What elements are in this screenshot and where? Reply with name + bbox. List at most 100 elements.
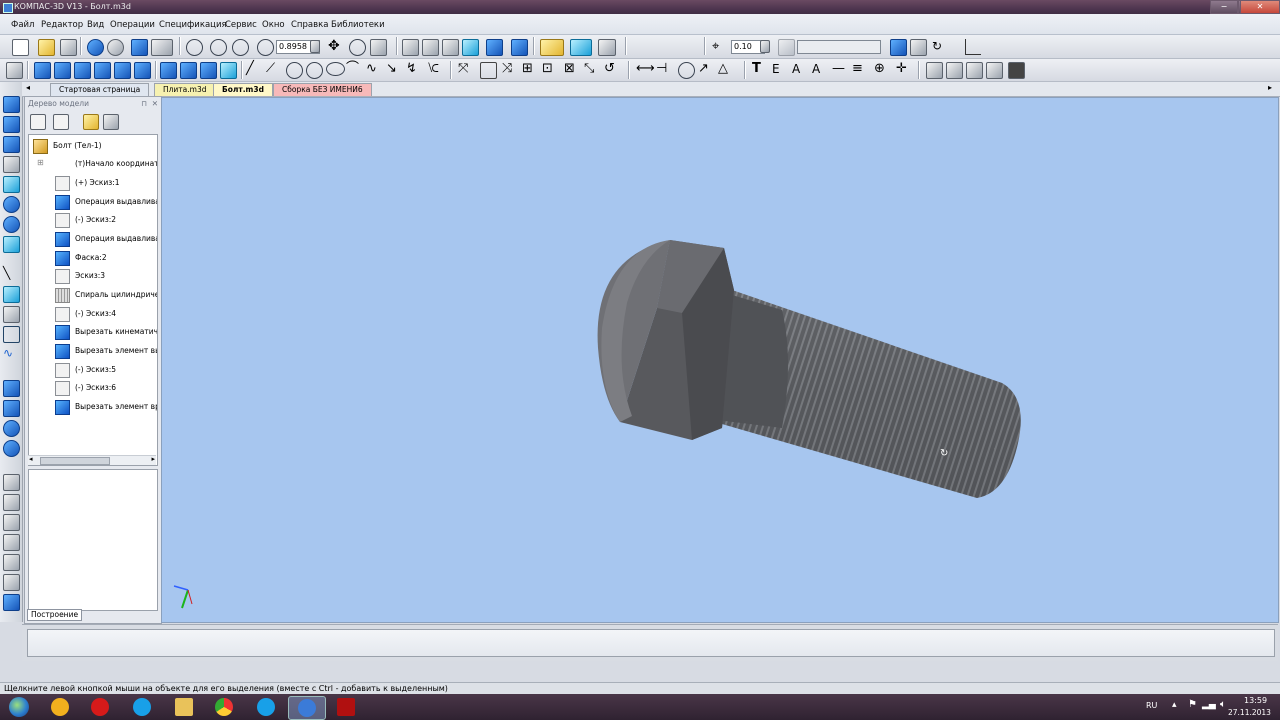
menu-editor[interactable]: Редактор [41, 20, 83, 30]
language-indicator[interactable]: RU [1146, 701, 1157, 710]
arc-icon[interactable]: ⌒ [346, 62, 361, 77]
local-cs-icon[interactable] [965, 39, 981, 55]
check-collision-icon[interactable] [3, 440, 20, 457]
trim-icon[interactable]: ⤧ [458, 62, 473, 77]
flange-icon[interactable] [3, 514, 20, 531]
move-icon[interactable]: ⤡ [584, 62, 599, 77]
louver-icon[interactable] [3, 574, 20, 591]
rectangle-icon[interactable] [480, 62, 497, 79]
stamp-icon[interactable] [3, 554, 20, 571]
tree-item[interactable]: (-) Эскиз:6 [29, 379, 157, 397]
assembly-icon[interactable] [3, 594, 20, 611]
circle-tangent-icon[interactable] [306, 62, 323, 79]
taskbar-app[interactable] [124, 696, 160, 718]
taskbar-app[interactable] [328, 696, 364, 718]
close-button[interactable]: ✕ [1240, 0, 1280, 14]
zoom-in-icon[interactable] [210, 39, 227, 56]
break-icon[interactable]: ⤨ [502, 62, 517, 77]
hatch-icon[interactable]: ≡ [852, 62, 867, 77]
aux-geometry-icon[interactable] [3, 176, 20, 193]
mirror-icon[interactable]: ⊞ [522, 62, 537, 77]
tree-structure-icon[interactable] [30, 114, 46, 130]
shaded-icon[interactable] [462, 39, 479, 56]
tree-item[interactable]: Вырезать элемент вы [29, 342, 157, 360]
undo-icon[interactable] [87, 39, 104, 56]
axis-line-icon[interactable]: — [832, 62, 847, 77]
tree-item[interactable]: Операция выдавлива [29, 193, 157, 211]
text-edit-icon[interactable]: E [772, 62, 787, 77]
extrude-op-icon[interactable] [34, 62, 51, 79]
report-icon[interactable] [946, 62, 963, 79]
menu-operations[interactable]: Операции [110, 20, 155, 30]
rib-icon[interactable] [220, 62, 237, 79]
chamfer-op-icon[interactable] [180, 62, 197, 79]
measure-tool-icon[interactable] [3, 380, 20, 397]
tab-start-page[interactable]: Стартовая страница [50, 83, 150, 96]
tab-plita[interactable]: Плита.m3d [154, 83, 216, 96]
volume-icon[interactable]: 🔈︎ [1220, 699, 1226, 710]
menu-window[interactable]: Окно [262, 20, 285, 30]
shell-icon[interactable] [200, 62, 217, 79]
revolve-op-icon[interactable] [54, 62, 71, 79]
taskbar-app[interactable] [42, 696, 78, 718]
taskbar-app[interactable] [206, 696, 242, 718]
compact-panel-icon[interactable] [6, 62, 23, 79]
edit-part-icon[interactable] [3, 96, 20, 113]
library-icon[interactable] [966, 62, 983, 79]
array-points-icon[interactable] [3, 196, 20, 213]
diameter-dim-icon[interactable] [678, 62, 695, 79]
tree-close-icon[interactable]: ✕ [152, 97, 158, 110]
pan-icon[interactable]: ✥ [328, 39, 343, 54]
hidden-lines-icon[interactable] [422, 39, 439, 56]
select-icon[interactable] [570, 39, 592, 56]
pin-icon[interactable]: ⊓ [141, 97, 147, 110]
text-icon[interactable]: T [752, 62, 767, 77]
ellipse-icon[interactable] [326, 62, 345, 76]
start-button[interactable] [2, 696, 38, 718]
curve-icon[interactable]: ∿ [3, 346, 18, 361]
tree-item[interactable]: (+) Эскиз:1 [29, 174, 157, 192]
tree-item[interactable]: Спираль цилиндриче [29, 286, 157, 304]
cut-revolve-op-icon[interactable] [134, 62, 151, 79]
contour-icon[interactable] [3, 326, 20, 343]
tree-list-icon[interactable] [53, 114, 69, 130]
angle-dim-icon[interactable]: △ [718, 62, 733, 77]
diagnostics-icon[interactable] [3, 400, 20, 417]
rotate-geom-icon[interactable]: ↺ [604, 62, 619, 77]
grid-snap-icon[interactable]: ⌖ [712, 39, 727, 54]
loft-op-icon[interactable] [94, 62, 111, 79]
fillet-icon[interactable] [160, 62, 177, 79]
spiral-tool-icon[interactable] [3, 306, 20, 323]
array-icon[interactable]: ⊡ [542, 62, 557, 77]
tab-bolt[interactable]: Болт.m3d [213, 83, 273, 96]
minimize-button[interactable]: − [1210, 0, 1238, 14]
sketch-mode-icon[interactable] [890, 39, 907, 56]
scale-icon[interactable]: ⊠ [564, 62, 579, 77]
bend-icon[interactable] [3, 494, 20, 511]
filter-icon[interactable] [540, 39, 564, 56]
wireframe-icon[interactable] [402, 39, 419, 56]
spatial-curves-icon[interactable] [3, 116, 20, 133]
tab-assembly[interactable]: Сборка БЕЗ ИМЕНИ6 [273, 83, 372, 96]
variables-fx-icon[interactable] [151, 39, 173, 56]
arrays-icon[interactable] [3, 156, 20, 173]
sheet-metal-icon[interactable] [3, 474, 20, 491]
properties-icon[interactable] [131, 39, 148, 56]
clock-time[interactable]: 13:59 [1244, 696, 1267, 705]
rotate-icon[interactable] [349, 39, 366, 56]
shaded-edges-icon[interactable] [486, 39, 503, 56]
axis-icon[interactable] [3, 236, 20, 253]
tabs-left-arrow-icon[interactable]: ◂ [26, 83, 30, 92]
menu-view[interactable]: Вид [87, 20, 104, 30]
tree-item[interactable]: (-) Эскиз:2 [29, 211, 157, 229]
network-icon[interactable]: ▂▄ [1202, 700, 1216, 710]
bezier-icon[interactable]: ↘ [386, 62, 401, 77]
new-document-icon[interactable] [12, 39, 29, 56]
cut-extrude-op-icon[interactable] [114, 62, 131, 79]
clock-date[interactable]: 27.11.2013 [1228, 708, 1271, 717]
plane-icon[interactable] [3, 286, 20, 303]
scrollbar-thumb[interactable] [40, 457, 110, 465]
center-mark-icon[interactable]: ⊕ [874, 62, 889, 77]
tray-arrow-icon[interactable]: ▴ [1172, 700, 1177, 710]
tree-item[interactable]: (-) Эскиз:4 [29, 305, 157, 323]
